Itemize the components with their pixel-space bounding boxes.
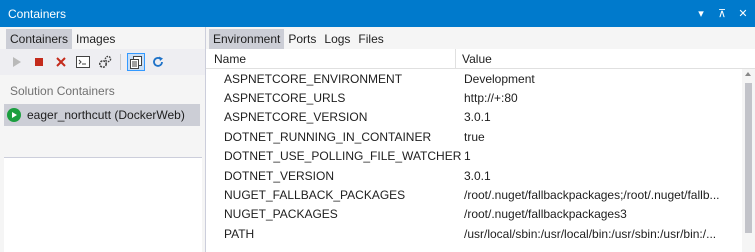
containers-panel: Containers Images Solution Containers ea… — [0, 27, 206, 252]
table-row[interactable]: PATH /usr/local/sbin:/usr/local/bin:/usr… — [206, 224, 742, 243]
toolbar-separator — [120, 54, 121, 70]
close-icon[interactable]: ✕ — [737, 7, 749, 20]
env-value: 3.0.1 — [464, 110, 491, 125]
scrollbar-thumb[interactable] — [745, 83, 752, 233]
window-title: Containers — [8, 6, 67, 21]
column-header-name[interactable]: Name — [206, 49, 456, 68]
terminal-icon[interactable] — [74, 53, 92, 71]
tab-logs[interactable]: Logs — [320, 29, 354, 49]
container-list-empty-area — [4, 157, 202, 252]
env-name: PATH — [224, 226, 255, 241]
table-row[interactable]: DOTNET_RUNNING_IN_CONTAINER true — [206, 127, 742, 146]
table-row[interactable]: ASPNETCORE_URLS http://+:80 — [206, 88, 742, 107]
details-panel: Environment Ports Logs Files Name Value … — [206, 27, 755, 252]
tab-files[interactable]: Files — [354, 29, 387, 49]
table-row[interactable]: DOTNET_USE_POLLING_FILE_WATCHER 1 — [206, 147, 742, 166]
start-icon[interactable] — [8, 53, 26, 71]
table-row[interactable]: NUGET_PACKAGES /root/.nuget/fallbackpack… — [206, 205, 742, 224]
column-header-value[interactable]: Value — [456, 49, 755, 68]
remove-icon[interactable] — [52, 53, 70, 71]
running-status-icon — [7, 108, 21, 122]
section-solution-containers: Solution Containers — [10, 84, 115, 98]
details-tab-strip: Environment Ports Logs Files — [206, 27, 755, 49]
table-row[interactable]: NUGET_FALLBACK_PACKAGES /root/.nuget/fal… — [206, 185, 742, 204]
left-tab-strip: Containers Images — [0, 27, 205, 49]
vertical-scrollbar[interactable] — [742, 69, 755, 252]
env-value: 1 — [464, 149, 471, 164]
env-value: /usr/local/sbin:/usr/local/bin:/usr/sbin… — [464, 226, 717, 241]
container-item[interactable]: eager_northcutt (DockerWeb) — [4, 104, 200, 126]
tab-images[interactable]: Images — [72, 29, 119, 49]
env-name: NUGET_PACKAGES — [224, 207, 338, 222]
tab-ports[interactable]: Ports — [284, 29, 320, 49]
scroll-up-icon[interactable] — [745, 72, 751, 76]
env-name: DOTNET_VERSION — [224, 168, 335, 183]
window-menu-icon[interactable]: ▾ — [695, 7, 707, 20]
env-name: ASPNETCORE_VERSION — [224, 110, 368, 125]
container-toolbar — [0, 49, 205, 75]
stop-icon[interactable] — [30, 53, 48, 71]
settings-icon[interactable] — [96, 53, 114, 71]
env-name: DOTNET_RUNNING_IN_CONTAINER — [224, 129, 432, 144]
tool-window-titlebar: Containers ▾ ⊼ ✕ — [0, 0, 755, 27]
env-value: 3.0.1 — [464, 168, 491, 183]
env-value: http://+:80 — [464, 91, 518, 106]
env-grid: ASPNETCORE_ENVIRONMENT Development ASPNE… — [206, 69, 742, 252]
pin-icon[interactable]: ⊼ — [716, 7, 728, 20]
env-value: Development — [464, 71, 535, 86]
table-row[interactable]: ASPNETCORE_ENVIRONMENT Development — [206, 69, 742, 88]
table-row[interactable]: DOTNET_VERSION 3.0.1 — [206, 166, 742, 185]
env-value: /root/.nuget/fallbackpackages;/root/.nug… — [464, 188, 720, 203]
env-name: NUGET_FALLBACK_PACKAGES — [224, 188, 406, 203]
table-row[interactable]: ASPNETCORE_VERSION 3.0.1 — [206, 108, 742, 127]
env-grid-header: Name Value — [206, 49, 755, 69]
container-item-label: eager_northcutt (DockerWeb) — [27, 108, 185, 122]
tab-containers[interactable]: Containers — [6, 29, 73, 49]
copy-files-icon[interactable] — [127, 53, 145, 71]
tab-environment[interactable]: Environment — [209, 29, 285, 49]
env-name: ASPNETCORE_ENVIRONMENT — [224, 71, 403, 86]
env-name: DOTNET_USE_POLLING_FILE_WATCHER — [224, 149, 462, 164]
env-name: ASPNETCORE_URLS — [224, 91, 346, 106]
env-value: /root/.nuget/fallbackpackages3 — [464, 207, 627, 222]
env-value: true — [464, 129, 485, 144]
refresh-icon[interactable] — [149, 53, 167, 71]
